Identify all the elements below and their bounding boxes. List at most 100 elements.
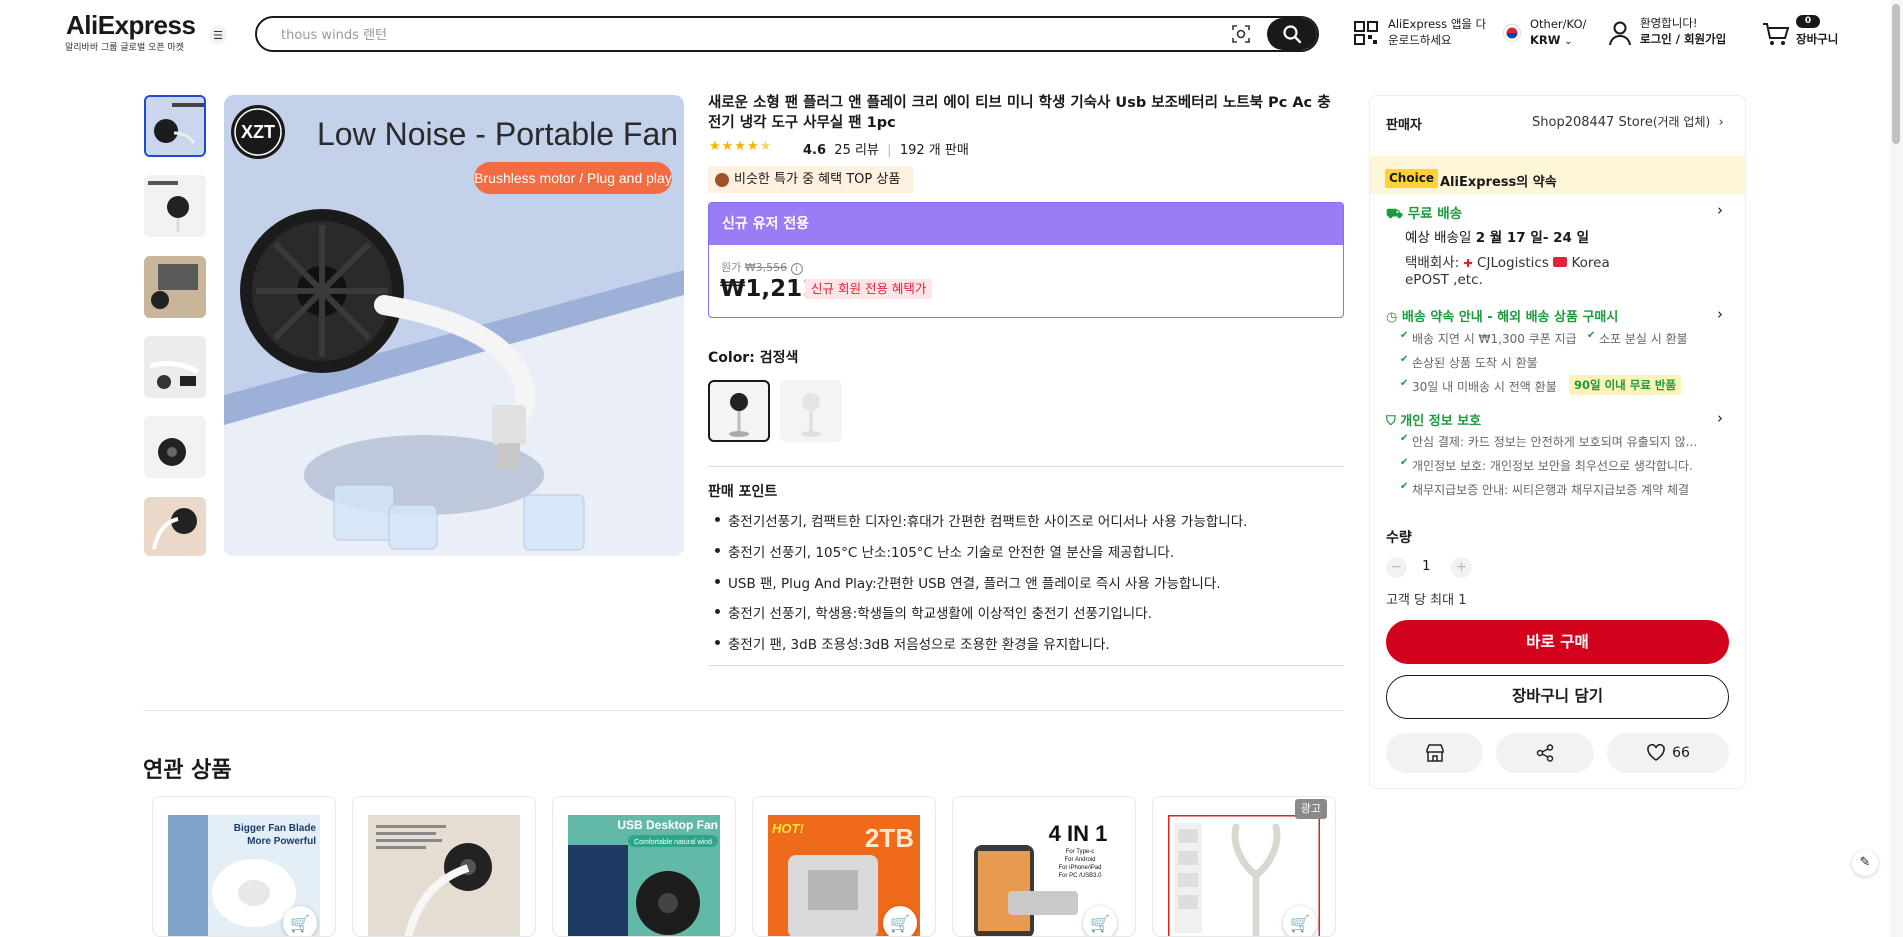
- aliexpress-logo[interactable]: AliExpress: [66, 10, 196, 41]
- main-image-headline: Low Noise - Portable Fan: [317, 116, 678, 152]
- chevron-right-icon: ›: [1714, 115, 1724, 130]
- free-shipping-label: 무료 배송: [1407, 206, 1463, 222]
- gallery-thumbnail[interactable]: [144, 336, 206, 398]
- app-download-link[interactable]: AliExpress 앱을 다 운로드하세요: [1388, 16, 1486, 48]
- estimated-delivery-label: 예상 배송일: [1405, 230, 1472, 246]
- promise-title: AliExpress의 약속: [1440, 175, 1557, 190]
- card-text: More Powerful: [247, 836, 316, 847]
- account-login[interactable]: 환영합니다! 로그인 / 회원가입: [1640, 15, 1726, 47]
- product-title: 새로운 소형 팬 플러그 앤 플레이 크리 에이 티브 미니 학생 기숙사 Us…: [708, 95, 1331, 131]
- app-download-line2: 운로드하세요: [1388, 33, 1452, 47]
- related-product-image: [368, 815, 520, 936]
- welcome-text: 환영합니다!: [1640, 16, 1698, 30]
- privacy-title: 개인 정보 보호: [1400, 414, 1482, 429]
- selling-point-item: 충전기 선풍기, 105°C 난소:105°C 난소 기술로 안전한 열 분산을…: [714, 541, 1174, 561]
- info-icon[interactable]: i: [790, 263, 803, 275]
- search-button[interactable]: [1267, 18, 1317, 50]
- carrier-label: 택배회사:: [1405, 255, 1460, 271]
- gallery-thumbnail[interactable]: [144, 175, 206, 237]
- share-button[interactable]: [1496, 733, 1594, 773]
- seller-type: (거래 업체): [1652, 115, 1711, 129]
- qr-code-icon[interactable]: [1353, 20, 1379, 46]
- current-price: ₩1,211: [720, 276, 819, 302]
- delivery-promise-title: 배송 약속 안내 - 해외 배송 상품 구매시: [1401, 310, 1619, 325]
- main-image-badge: Brushless motor / Plug and play: [474, 170, 672, 186]
- related-product-card[interactable]: 광고 🛒: [1152, 796, 1336, 937]
- related-products-title: 연관 상품: [143, 758, 232, 783]
- cj-logo-icon: ✚: [1463, 257, 1473, 270]
- seller-label: 판매자: [1386, 118, 1422, 133]
- gallery-thumbnail[interactable]: [144, 256, 206, 318]
- korea-flag-icon: [1503, 24, 1521, 42]
- seller-link[interactable]: Shop208447 Store(거래 업체) ›: [1532, 113, 1724, 130]
- region-currency-selector[interactable]: Other/KO/ KRW ⌄: [1530, 16, 1586, 50]
- add-to-cart-icon[interactable]: 🛒: [1283, 906, 1317, 936]
- review-count[interactable]: 25 리뷰: [834, 143, 879, 158]
- wishlist-button[interactable]: 66: [1607, 733, 1729, 773]
- heart-icon: [1647, 744, 1665, 761]
- free-shipping-row[interactable]: ⛟ 무료 배송: [1386, 202, 1462, 224]
- card-text: 4 IN 1: [1049, 821, 1108, 846]
- quantity-decrease-button[interactable]: −: [1386, 557, 1407, 578]
- delivery-promise-item: 소포 분실 시 환불: [1587, 330, 1688, 347]
- search-bar: [255, 16, 1319, 52]
- clock-icon: ◷: [1386, 310, 1398, 325]
- related-product-card[interactable]: HOT! 2TB 🛒: [752, 796, 936, 937]
- seller-name: Shop208447 Store: [1532, 115, 1653, 130]
- quantity-increase-button[interactable]: +: [1451, 557, 1472, 578]
- korea-post-logo-icon: [1553, 257, 1568, 267]
- app-download-line1: AliExpress 앱을 다: [1388, 17, 1487, 31]
- divider: [708, 466, 1344, 467]
- sold-count: 192 개 판매: [899, 143, 969, 158]
- main-product-image[interactable]: XZT Low Noise - Portable Fan Brushless m…: [224, 95, 684, 556]
- new-user-deal-header: 신규 유저 전용: [709, 203, 1343, 245]
- add-to-cart-button[interactable]: 장바구니 담기: [1386, 675, 1729, 719]
- add-to-cart-icon[interactable]: 🛒: [883, 906, 917, 936]
- add-to-cart-icon[interactable]: 🛒: [283, 906, 317, 936]
- selling-point-item: 충전기 팬, 3dB 조용성:3dB 저음성으로 조용한 환경을 유지합니다.: [715, 633, 1110, 653]
- user-icon[interactable]: [1608, 20, 1632, 46]
- cart-link[interactable]: 장바구니: [1796, 31, 1838, 47]
- color-swatch-black[interactable]: [708, 380, 770, 442]
- chevron-right-icon[interactable]: ›: [1717, 409, 1723, 427]
- gallery-thumbnail[interactable]: [144, 416, 206, 478]
- image-search-icon[interactable]: [1231, 24, 1251, 44]
- selling-points-title: 판매 포인트: [708, 484, 778, 500]
- selling-point-item: 충전기 선풍기, 학생용:학생들의 학교생활에 이상적인 충전기 선풍기입니다.: [715, 602, 1152, 622]
- shield-icon: ⛉: [1386, 414, 1396, 429]
- original-price-row: 원가 ₩3,556 i: [721, 259, 803, 275]
- cart-icon[interactable]: [1762, 21, 1790, 47]
- chevron-right-icon[interactable]: ›: [1717, 305, 1723, 323]
- carrier-row: 택배회사: ✚ CJLogistics Korea: [1405, 251, 1610, 271]
- related-product-card[interactable]: 4 IN 1 For Type-c For Android For iPhone…: [952, 796, 1136, 937]
- search-input[interactable]: thous winds 랜턴: [281, 24, 387, 43]
- gallery-thumbnail[interactable]: [144, 497, 206, 556]
- divider: [143, 710, 1344, 711]
- card-text: USB Desktop Fan: [617, 818, 718, 832]
- color-swatch-white[interactable]: [780, 380, 842, 442]
- store-button[interactable]: [1386, 733, 1483, 773]
- related-product-card[interactable]: [352, 796, 536, 937]
- brand-logo-text: XZT: [241, 122, 275, 142]
- price-tag-badge: 신규 회원 전용 혜택가: [805, 279, 933, 299]
- rating-value: 4.6: [803, 143, 827, 158]
- card-text: For Type-c: [1066, 849, 1095, 855]
- page-scrollbar-thumb[interactable]: [1892, 4, 1900, 144]
- quantity-value[interactable]: 1: [1422, 558, 1431, 574]
- chevron-right-icon[interactable]: ›: [1717, 201, 1723, 219]
- related-product-card[interactable]: USB Desktop Fan Comfortable natural wind: [552, 796, 736, 937]
- rating-summary[interactable]: 4.6 25 리뷰 | 192 개 판매: [803, 139, 969, 158]
- privacy-row[interactable]: ⛉ 개인 정보 보호: [1386, 410, 1481, 429]
- login-signup-link[interactable]: 로그인 / 회원가입: [1640, 31, 1726, 47]
- carrier-korea: Korea: [1571, 255, 1610, 271]
- color-selector-label: Color: 검정색: [708, 347, 798, 367]
- gallery-thumbnail[interactable]: [144, 95, 206, 157]
- chevron-down-icon: ⌄: [1564, 36, 1573, 47]
- menu-icon[interactable]: ☰: [209, 26, 227, 44]
- buy-now-button[interactable]: 바로 구매: [1386, 620, 1729, 664]
- add-to-cart-icon[interactable]: 🛒: [1083, 906, 1117, 936]
- related-product-card[interactable]: Bigger Fan Blade More Powerful 🛒: [152, 796, 336, 937]
- edit-icon[interactable]: ✎: [1852, 850, 1878, 876]
- delivery-promise-row[interactable]: ◷ 배송 약속 안내 - 해외 배송 상품 구매시: [1386, 306, 1618, 325]
- quantity-limit: 고객 당 최대 1: [1386, 593, 1467, 608]
